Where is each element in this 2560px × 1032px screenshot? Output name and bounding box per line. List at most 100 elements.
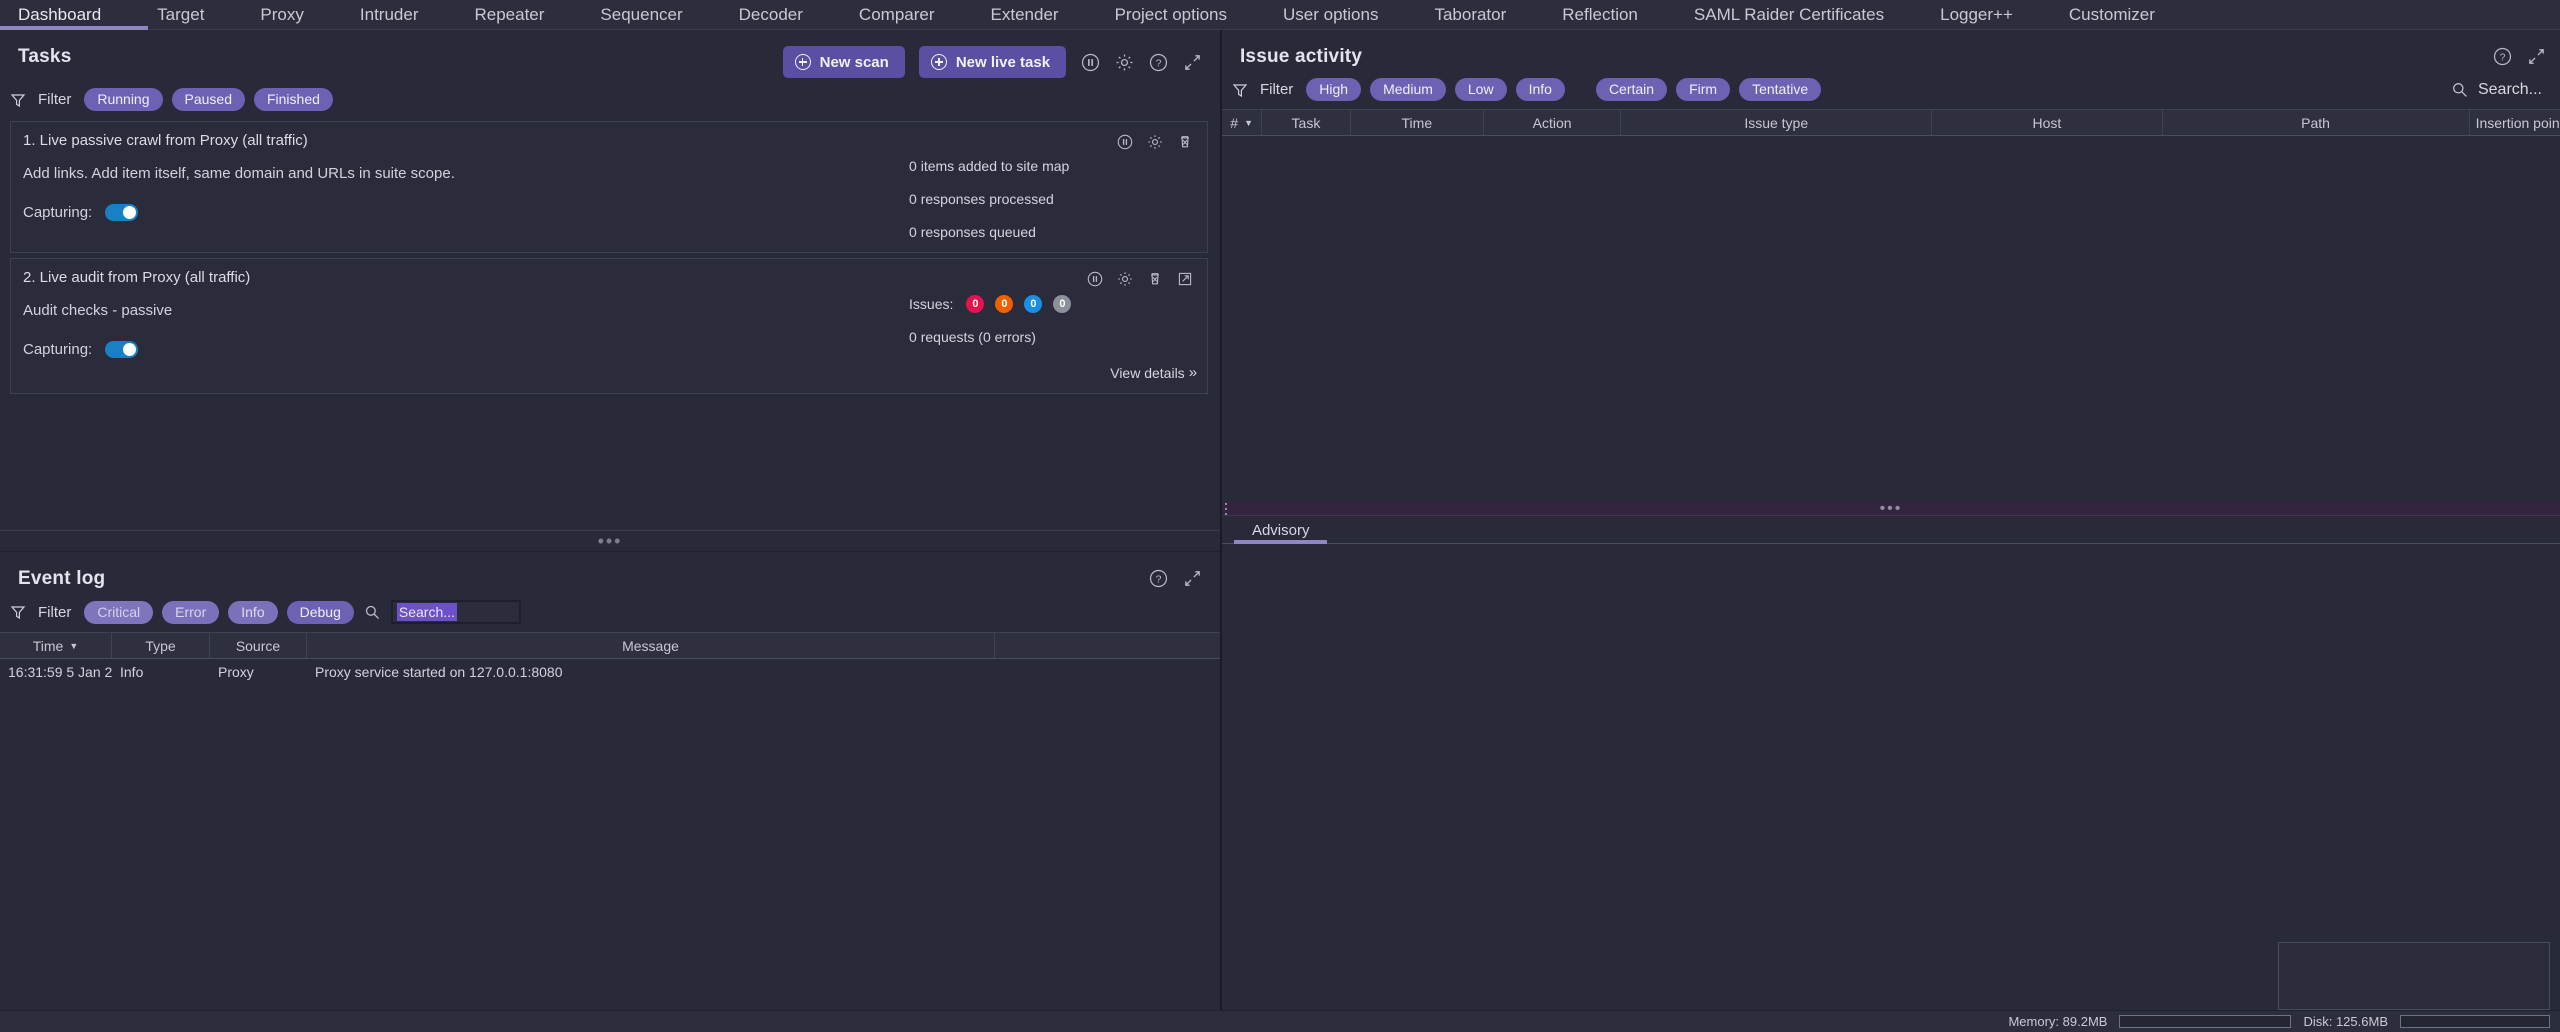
task-info: 2. Live audit from Proxy (all traffic) A… bbox=[23, 269, 895, 381]
task-capturing: Capturing: bbox=[23, 341, 895, 358]
tasks-eventlog-splitter[interactable]: ••• bbox=[0, 530, 1221, 552]
svg-text:?: ? bbox=[2499, 52, 2505, 63]
tab-advisory[interactable]: Advisory bbox=[1233, 522, 1328, 544]
expand-icon[interactable] bbox=[2526, 46, 2546, 66]
trash-icon[interactable] bbox=[1145, 269, 1165, 289]
task-issue-counts: Issues: 0 0 0 0 bbox=[909, 295, 1072, 313]
new-live-task-button[interactable]: New live task bbox=[918, 46, 1067, 78]
funnel-icon bbox=[1232, 82, 1248, 98]
event-filter-error[interactable]: Error bbox=[162, 600, 220, 624]
help-icon[interactable]: ? bbox=[2492, 46, 2512, 66]
help-icon[interactable]: ? bbox=[1148, 568, 1168, 588]
tasks-filter-paused[interactable]: Paused bbox=[171, 88, 245, 111]
event-filter-info[interactable]: Info bbox=[228, 600, 278, 624]
tasks-filter-finished[interactable]: Finished bbox=[253, 88, 333, 111]
issue-filter-firm[interactable]: Firm bbox=[1676, 78, 1731, 101]
column-header-number[interactable]: # ▼ bbox=[1222, 110, 1263, 135]
svg-text:?: ? bbox=[1155, 574, 1161, 585]
issue-filter-high[interactable]: High bbox=[1306, 78, 1362, 101]
tab-repeater[interactable]: Repeater bbox=[474, 6, 544, 30]
column-header-time[interactable]: Time ▼ bbox=[0, 633, 112, 658]
column-header-insertion-point[interactable]: Insertion point bbox=[2470, 110, 2560, 135]
pause-icon[interactable] bbox=[1085, 269, 1105, 289]
tab-extender[interactable]: Extender bbox=[991, 6, 1059, 30]
capturing-toggle[interactable] bbox=[105, 341, 139, 358]
column-header-host[interactable]: Host bbox=[1932, 110, 2163, 135]
event-log-search: Search... bbox=[363, 600, 521, 624]
capturing-label: Capturing: bbox=[23, 204, 93, 221]
tab-sequencer[interactable]: Sequencer bbox=[600, 6, 682, 30]
tab-reflection[interactable]: Reflection bbox=[1562, 6, 1638, 30]
memory-meter[interactable] bbox=[2119, 1015, 2292, 1028]
disk-meter[interactable] bbox=[2400, 1015, 2550, 1028]
issue-filter-info[interactable]: Info bbox=[1515, 78, 1565, 101]
search-icon[interactable] bbox=[2450, 80, 2470, 100]
issue-filter-low[interactable]: Low bbox=[1454, 78, 1507, 101]
sort-caret-icon: ▼ bbox=[69, 640, 79, 651]
status-badge-info: 0 bbox=[1053, 295, 1072, 313]
gear-icon[interactable] bbox=[1114, 52, 1134, 72]
gear-icon[interactable] bbox=[1115, 269, 1135, 289]
tab-target[interactable]: Target bbox=[157, 6, 204, 30]
column-header-source[interactable]: Source bbox=[210, 633, 307, 658]
tab-user-options[interactable]: User options bbox=[1283, 6, 1378, 30]
tab-intruder[interactable]: Intruder bbox=[360, 6, 419, 30]
event-log-table-body: 16:31:59 5 Jan 2021 Info Proxy Proxy ser… bbox=[0, 659, 1221, 1010]
search-input[interactable]: Search... bbox=[390, 600, 521, 624]
expand-icon[interactable] bbox=[1182, 568, 1202, 588]
advisory-splitter[interactable]: ••• bbox=[1221, 500, 2560, 516]
issue-activity-title: Issue activity bbox=[1239, 46, 1363, 67]
tab-logger-plus-plus[interactable]: Logger++ bbox=[1940, 6, 2013, 30]
column-header-type[interactable]: Type bbox=[112, 633, 210, 658]
tab-proxy[interactable]: Proxy bbox=[260, 6, 303, 30]
search-icon[interactable] bbox=[363, 602, 383, 622]
tab-saml-raider-certificates[interactable]: SAML Raider Certificates bbox=[1694, 6, 1884, 30]
popout-icon[interactable] bbox=[1175, 269, 1195, 289]
issue-filter-medium[interactable]: Medium bbox=[1370, 78, 1446, 101]
column-header-issue-type[interactable]: Issue type bbox=[1621, 110, 1933, 135]
column-header-path[interactable]: Path bbox=[2163, 110, 2470, 135]
task-row[interactable]: 2. Live audit from Proxy (all traffic) A… bbox=[10, 258, 1209, 394]
tasks-filter-running[interactable]: Running bbox=[84, 88, 163, 111]
capturing-toggle[interactable] bbox=[105, 204, 139, 221]
issue-filter-tentative[interactable]: Tentative bbox=[1739, 78, 1822, 101]
task-row[interactable]: 1. Live passive crawl from Proxy (all tr… bbox=[10, 121, 1209, 253]
splitter-dots-icon: ••• bbox=[597, 531, 623, 551]
expand-icon[interactable] bbox=[1182, 52, 1202, 72]
tab-project-options[interactable]: Project options bbox=[1115, 6, 1227, 30]
tab-taborator[interactable]: Taborator bbox=[1434, 6, 1506, 30]
toggle-knob bbox=[123, 206, 137, 219]
event-filter-debug[interactable]: Debug bbox=[286, 600, 354, 624]
event-log-header-actions: ? bbox=[1148, 568, 1202, 588]
issue-activity-search: Search... bbox=[2450, 80, 2542, 100]
task-requests-stat: 0 requests (0 errors) bbox=[909, 329, 1036, 345]
column-header-action[interactable]: Action bbox=[1484, 110, 1622, 135]
column-header-time[interactable]: Time bbox=[1351, 110, 1485, 135]
pause-icon[interactable] bbox=[1080, 52, 1100, 72]
tasks-filter-row: Filter Running Paused Finished bbox=[0, 78, 1220, 119]
main-content: Tasks New scan New live task ? Filter Ru… bbox=[0, 30, 2560, 1010]
memory-label: Memory: 89.2MB bbox=[2008, 1014, 2108, 1029]
issue-activity-filter-row: Filter High Medium Low Info Certain Firm… bbox=[1222, 68, 2560, 109]
new-scan-button[interactable]: New scan bbox=[782, 46, 905, 78]
column-header-spacer[interactable] bbox=[995, 633, 1220, 658]
task-stat: 0 items added to site map bbox=[909, 158, 1070, 174]
tab-customizer[interactable]: Customizer bbox=[2069, 6, 2155, 30]
issue-search-placeholder[interactable]: Search... bbox=[2478, 81, 2542, 99]
trash-icon[interactable] bbox=[1175, 132, 1195, 152]
help-icon[interactable]: ? bbox=[1148, 52, 1168, 72]
gear-icon[interactable] bbox=[1145, 132, 1165, 152]
column-header-message[interactable]: Message bbox=[307, 633, 995, 658]
main-tab-bar: Dashboard Target Proxy Intruder Repeater… bbox=[0, 0, 2560, 30]
column-header-task[interactable]: Task bbox=[1262, 110, 1351, 135]
capturing-label: Capturing: bbox=[23, 341, 93, 358]
event-filter-critical[interactable]: Critical bbox=[84, 600, 154, 624]
table-row[interactable]: 16:31:59 5 Jan 2021 Info Proxy Proxy ser… bbox=[0, 659, 1220, 685]
tab-decoder[interactable]: Decoder bbox=[739, 6, 803, 30]
pause-icon[interactable] bbox=[1115, 132, 1135, 152]
view-details-link[interactable]: View details » bbox=[1110, 364, 1197, 381]
tab-comparer[interactable]: Comparer bbox=[859, 6, 935, 30]
task-stat: 0 responses queued bbox=[909, 224, 1036, 240]
issue-filter-certain[interactable]: Certain bbox=[1595, 78, 1668, 101]
issues-label: Issues: bbox=[909, 296, 954, 312]
